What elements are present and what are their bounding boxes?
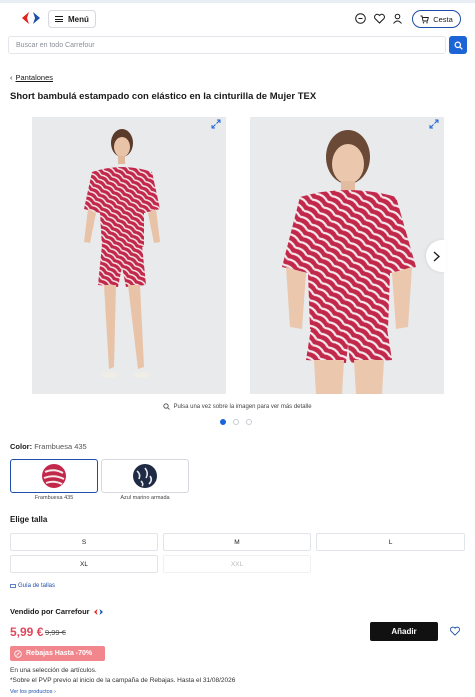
expand-icon[interactable] [429, 119, 439, 129]
product-image-2[interactable] [250, 117, 444, 394]
size-s[interactable]: S [10, 533, 158, 551]
old-price: 9,99 € [45, 628, 66, 637]
size-guide-label: Guía de tallas [18, 583, 56, 589]
expand-icon[interactable] [211, 119, 221, 129]
product-image-1[interactable] [32, 117, 226, 394]
search-placeholder: Buscar en todo Carrefour [16, 42, 95, 49]
user-icon[interactable] [391, 12, 404, 25]
promo-note-1: En una selección de artículos. [10, 667, 97, 674]
promo-note-2: *Sobre el PVP previo al inicio de la cam… [10, 677, 236, 684]
gallery-dot[interactable] [233, 419, 239, 425]
gallery-dot[interactable] [220, 419, 226, 425]
size-m[interactable]: M [163, 533, 311, 551]
carrefour-logo[interactable] [20, 11, 42, 25]
promo-label: Rebajas Hasta -70% [26, 650, 93, 657]
zoom-icon [163, 403, 171, 410]
color-label: Color: Frambuesa 435 [10, 442, 87, 451]
chat-icon[interactable] [354, 12, 367, 25]
size-guide-link[interactable]: Guía de tallas [10, 583, 55, 589]
cart-button[interactable]: Cesta [412, 10, 461, 28]
model-photo-closeup [282, 130, 416, 394]
sold-by: Vendido por Carrefour [10, 607, 104, 616]
heart-icon[interactable] [373, 12, 386, 25]
chevron-right-icon [433, 251, 440, 261]
color-heading: Color: [10, 442, 33, 451]
sold-by-text: Vendido por Carrefour [10, 607, 90, 616]
breadcrumb[interactable]: ‹ Pantalones [10, 73, 53, 82]
swatch-pattern-azul [133, 464, 157, 488]
search-button[interactable] [449, 36, 467, 54]
breadcrumb-link[interactable]: Pantalones [16, 73, 54, 82]
gallery-pagination [220, 419, 252, 425]
swatch-frambuesa[interactable] [10, 459, 98, 493]
ruler-icon [10, 584, 16, 588]
chevron-left-icon: ‹ [10, 73, 13, 82]
size-heading: Elige talla [10, 515, 48, 524]
menu-label: Menú [68, 14, 89, 24]
swatch-name: Azul marino armada [120, 495, 170, 501]
see-products-label: Ver los productos [10, 689, 53, 695]
cart-icon [420, 15, 430, 23]
promo-badge: Rebajas Hasta -70% [10, 646, 105, 661]
cart-label: Cesta [433, 14, 453, 24]
current-price: 5,99 € [10, 625, 44, 639]
zoom-hint-text: Pulsa una vez sobre la imagen para ver m… [173, 403, 312, 410]
product-title: Short bambulá estampado con elástico en … [10, 91, 317, 102]
favorite-icon[interactable] [449, 625, 461, 637]
size-l[interactable]: L [316, 533, 465, 551]
swatch-azul-marino[interactable] [101, 459, 189, 493]
see-products-link[interactable]: Ver los productos › [10, 689, 56, 695]
carrefour-mini-logo [93, 608, 103, 615]
model-photo-front [84, 129, 160, 378]
top-header: Menú Cesta [0, 0, 475, 34]
color-value: Frambuesa 435 [34, 442, 87, 451]
gallery-dot[interactable] [246, 419, 252, 425]
size-xl[interactable]: XL [10, 555, 158, 573]
discount-icon [14, 649, 22, 658]
hamburger-icon [55, 16, 63, 22]
search-icon [453, 40, 463, 50]
swatch-pattern-frambuesa [42, 464, 66, 488]
swatch-name: Frambuesa 435 [34, 495, 74, 501]
zoom-hint: Pulsa una vez sobre la imagen para ver m… [0, 403, 475, 410]
size-xxl: XXL [163, 555, 311, 573]
menu-button[interactable]: Menú [48, 10, 96, 28]
add-to-cart-button[interactable]: Añadir [370, 622, 438, 641]
search-input[interactable]: Buscar en todo Carrefour [8, 36, 446, 54]
